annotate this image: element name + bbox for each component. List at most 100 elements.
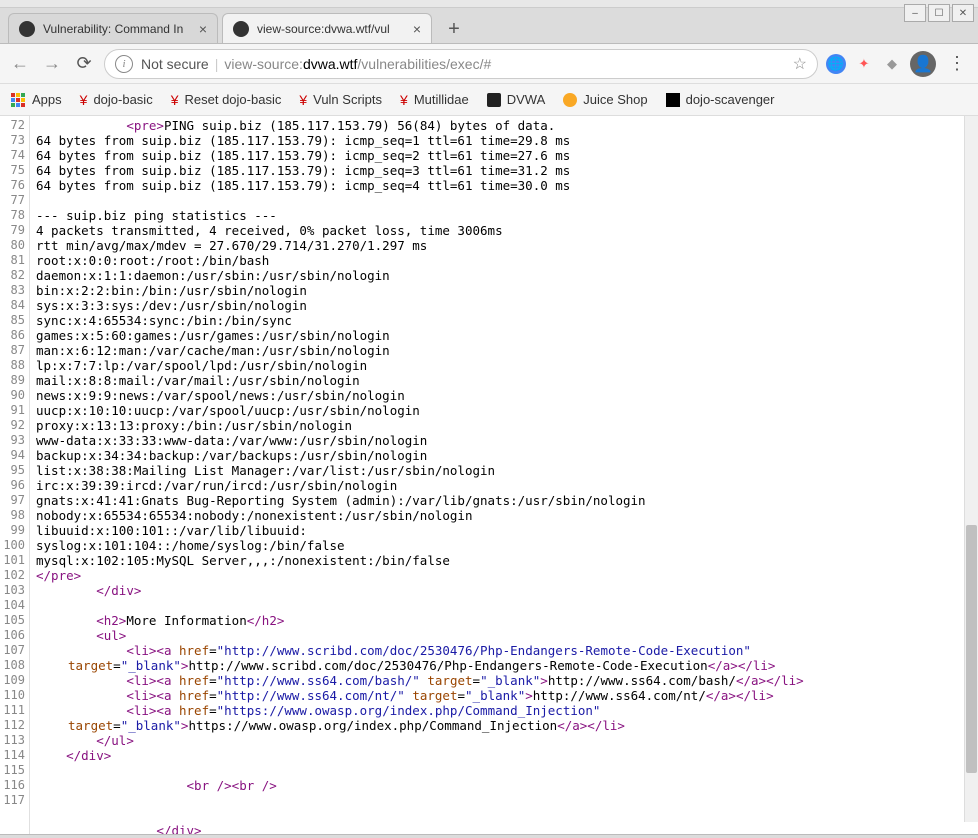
source-code[interactable]: <pre>PING suip.biz (185.117.153.79) 56(8… (30, 116, 978, 834)
maximize-button[interactable]: ☐ (928, 4, 950, 22)
close-window-button[interactable]: ✕ (952, 4, 974, 22)
line-number[interactable]: 110 (0, 688, 25, 703)
site-info-icon[interactable]: i (115, 55, 133, 73)
source-line[interactable]: <pre>PING suip.biz (185.117.153.79) 56(8… (36, 118, 974, 133)
source-line[interactable]: syslog:x:101:104::/home/syslog:/bin/fals… (36, 538, 974, 553)
bookmark-reset-dojo[interactable]: ¥Reset dojo-basic (171, 92, 282, 108)
bookmark-star-icon[interactable]: ☆ (793, 54, 807, 74)
menu-button[interactable]: ⋮ (944, 53, 970, 74)
bookmark-mutillidae[interactable]: ¥Mutillidae (400, 92, 469, 108)
source-line[interactable]: proxy:x:13:13:proxy:/bin:/usr/sbin/nolog… (36, 418, 974, 433)
forward-button[interactable]: → (40, 52, 64, 76)
extension-icon[interactable]: 🌐 (826, 54, 846, 74)
source-line[interactable]: backup:x:34:34:backup:/var/backups:/usr/… (36, 448, 974, 463)
source-line[interactable]: gnats:x:41:41:Gnats Bug-Reporting System… (36, 493, 974, 508)
line-number[interactable]: 94 (0, 448, 25, 463)
source-line[interactable]: 64 bytes from suip.biz (185.117.153.79):… (36, 133, 974, 148)
source-line[interactable]: irc:x:39:39:ircd:/var/run/ircd:/usr/sbin… (36, 478, 974, 493)
source-line[interactable]: <ul> (36, 628, 974, 643)
line-number[interactable]: 79 (0, 223, 25, 238)
line-number[interactable]: 80 (0, 238, 25, 253)
source-line[interactable]: <li><a href="http://www.ss64.com/bash/" … (36, 673, 974, 688)
line-number[interactable]: 93 (0, 433, 25, 448)
line-number[interactable]: 106 (0, 628, 25, 643)
bookmark-dvwa[interactable]: DVWA (487, 92, 546, 107)
line-number[interactable]: 75 (0, 163, 25, 178)
minimize-button[interactable]: – (904, 4, 926, 22)
source-line[interactable]: daemon:x:1:1:daemon:/usr/sbin:/usr/sbin/… (36, 268, 974, 283)
line-number[interactable]: 87 (0, 343, 25, 358)
source-line[interactable]: </pre> (36, 568, 974, 583)
line-number[interactable]: 78 (0, 208, 25, 223)
source-line[interactable]: nobody:x:65534:65534:nobody:/nonexistent… (36, 508, 974, 523)
source-line[interactable]: <li><a href="https://www.owasp.org/index… (36, 703, 974, 733)
line-number[interactable]: 109 (0, 673, 25, 688)
line-number[interactable]: 96 (0, 478, 25, 493)
source-line[interactable]: <li><a href="http://www.ss64.com/nt/" ta… (36, 688, 974, 703)
line-number[interactable]: 86 (0, 328, 25, 343)
line-number[interactable]: 116 (0, 778, 25, 793)
line-number[interactable]: 107 (0, 643, 25, 658)
source-line[interactable] (36, 193, 974, 208)
source-line[interactable]: 64 bytes from suip.biz (185.117.153.79):… (36, 178, 974, 193)
source-line[interactable]: uucp:x:10:10:uucp:/var/spool/uucp:/usr/s… (36, 403, 974, 418)
line-number[interactable]: 77 (0, 193, 25, 208)
line-number[interactable]: 102 (0, 568, 25, 583)
source-line[interactable]: 4 packets transmitted, 4 received, 0% pa… (36, 223, 974, 238)
source-line[interactable]: root:x:0:0:root:/root:/bin/bash (36, 253, 974, 268)
source-line[interactable]: lp:x:7:7:lp:/var/spool/lpd:/usr/sbin/nol… (36, 358, 974, 373)
line-number[interactable]: 97 (0, 493, 25, 508)
source-line[interactable]: libuuid:x:100:101::/var/lib/libuuid: (36, 523, 974, 538)
extension-icon[interactable]: ◆ (882, 54, 902, 74)
new-tab-button[interactable]: + (440, 15, 468, 43)
source-line[interactable]: <br /><br /> (36, 778, 974, 793)
line-number[interactable]: 91 (0, 403, 25, 418)
line-number[interactable]: 111 (0, 703, 25, 718)
source-line[interactable]: </ul> (36, 733, 974, 748)
source-line[interactable]: mail:x:8:8:mail:/var/mail:/usr/sbin/nolo… (36, 373, 974, 388)
line-number[interactable]: 114 (0, 748, 25, 763)
bookmark-dojo-basic[interactable]: ¥dojo-basic (80, 92, 153, 108)
line-number[interactable]: 85 (0, 313, 25, 328)
source-line[interactable]: </div> (36, 583, 974, 598)
source-line[interactable]: news:x:9:9:news:/var/spool/news:/usr/sbi… (36, 388, 974, 403)
line-number[interactable]: 108 (0, 658, 25, 673)
line-number[interactable]: 76 (0, 178, 25, 193)
line-number[interactable]: 115 (0, 763, 25, 778)
source-line[interactable]: mysql:x:102:105:MySQL Server,,,:/nonexis… (36, 553, 974, 568)
line-number[interactable]: 82 (0, 268, 25, 283)
source-line[interactable]: rtt min/avg/max/mdev = 27.670/29.714/31.… (36, 238, 974, 253)
source-line[interactable]: man:x:6:12:man:/var/cache/man:/usr/sbin/… (36, 343, 974, 358)
reload-button[interactable]: ⟳ (72, 52, 96, 76)
profile-avatar[interactable]: 👤 (910, 51, 936, 77)
line-number[interactable]: 112 (0, 718, 25, 733)
line-number[interactable]: 74 (0, 148, 25, 163)
line-number[interactable]: 101 (0, 553, 25, 568)
back-button[interactable]: ← (8, 52, 32, 76)
bookmark-juice-shop[interactable]: Juice Shop (563, 92, 647, 107)
source-line[interactable]: --- suip.biz ping statistics --- (36, 208, 974, 223)
source-line[interactable]: </div> (36, 748, 974, 763)
line-number[interactable]: 83 (0, 283, 25, 298)
source-line[interactable] (36, 808, 974, 823)
bookmark-dojo-scavenger[interactable]: dojo-scavenger (666, 92, 775, 107)
line-number[interactable]: 103 (0, 583, 25, 598)
address-bar[interactable]: i Not secure | view-source:dvwa.wtf/vuln… (104, 49, 818, 79)
line-number[interactable]: 90 (0, 388, 25, 403)
line-number[interactable]: 99 (0, 523, 25, 538)
tab-close-icon[interactable]: × (191, 21, 207, 37)
bookmark-apps[interactable]: Apps (10, 92, 62, 108)
line-number[interactable]: 98 (0, 508, 25, 523)
line-number[interactable]: 113 (0, 733, 25, 748)
line-number[interactable]: 81 (0, 253, 25, 268)
source-line[interactable]: bin:x:2:2:bin:/bin:/usr/sbin/nologin (36, 283, 974, 298)
source-line[interactable]: list:x:38:38:Mailing List Manager:/var/l… (36, 463, 974, 478)
source-line[interactable] (36, 793, 974, 808)
line-number[interactable]: 100 (0, 538, 25, 553)
tab-close-icon[interactable]: × (405, 21, 421, 37)
tab-dvwa-vulnerability[interactable]: Vulnerability: Command In × (8, 13, 218, 43)
source-line[interactable] (36, 763, 974, 778)
line-number[interactable]: 73 (0, 133, 25, 148)
source-line[interactable]: 64 bytes from suip.biz (185.117.153.79):… (36, 148, 974, 163)
line-number[interactable]: 105 (0, 613, 25, 628)
